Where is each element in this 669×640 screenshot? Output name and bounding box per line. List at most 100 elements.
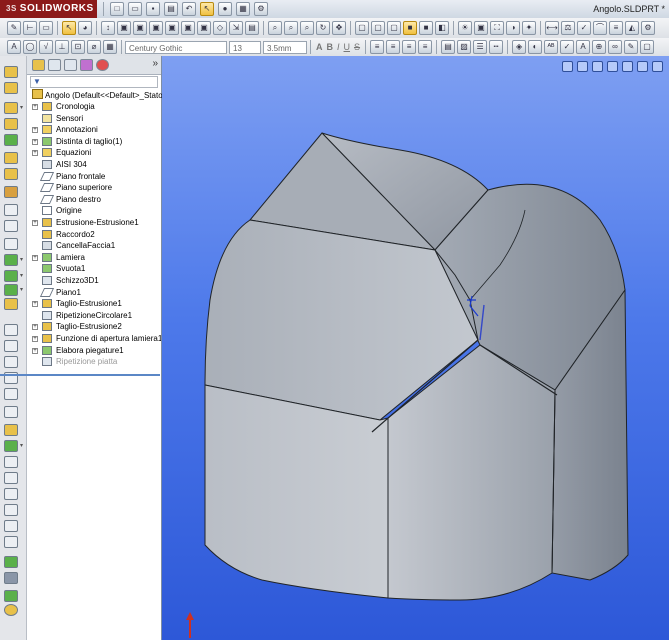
- surface-finish-icon[interactable]: √: [39, 40, 53, 54]
- solidworks-logo[interactable]: 3S SOLIDWORKS: [0, 0, 97, 18]
- curves-icon[interactable]: [4, 388, 18, 400]
- tree-item[interactable]: + Annotazioni: [27, 124, 161, 136]
- options-icon[interactable]: ⚙: [254, 2, 268, 16]
- tree-item[interactable]: CancellaFaccia1: [27, 240, 161, 252]
- rebuild-icon[interactable]: ●: [218, 2, 232, 16]
- note-icon[interactable]: A: [7, 40, 21, 54]
- tree-item[interactable]: Piano1: [27, 287, 161, 299]
- curvature-icon[interactable]: ⌒: [593, 21, 607, 35]
- strikethrough-button[interactable]: S: [354, 42, 360, 52]
- layer-properties-icon[interactable]: ▤: [441, 40, 456, 54]
- expand-toggle-icon[interactable]: +: [32, 347, 38, 354]
- text-height-field[interactable]: 3.5mm: [263, 40, 307, 54]
- tree-item[interactable]: Piano frontale: [27, 171, 161, 183]
- model-view[interactable]: [162, 56, 669, 640]
- align-center-icon[interactable]: ≡: [386, 40, 401, 54]
- symbol-icon[interactable]: ⊕: [592, 40, 607, 54]
- expand-toggle-icon[interactable]: +: [32, 324, 38, 331]
- hidden-lines-removed-icon[interactable]: ▢: [387, 21, 401, 35]
- justify-icon[interactable]: ≡: [418, 40, 433, 54]
- miter-flange-icon[interactable]: [4, 456, 18, 468]
- intersect-icon[interactable]: [4, 356, 18, 368]
- line-thickness-icon[interactable]: ☰: [473, 40, 488, 54]
- font-size-select[interactable]: 13: [229, 40, 261, 54]
- zoom-to-fit-icon[interactable]: ⌕: [268, 21, 282, 35]
- align-right-icon[interactable]: ≡: [402, 40, 417, 54]
- expand-toggle-icon[interactable]: +: [32, 138, 38, 145]
- zebra-stripes-icon[interactable]: ≡: [609, 21, 623, 35]
- bold-b-button[interactable]: B: [327, 42, 334, 52]
- datum-icon[interactable]: ⊥: [55, 40, 69, 54]
- shaded-with-edges-icon[interactable]: ■: [403, 21, 417, 35]
- lighting-icon[interactable]: ☀: [458, 21, 472, 35]
- boundary-cut-icon[interactable]: [4, 238, 18, 250]
- tree-item[interactable]: Origine: [27, 205, 161, 217]
- line-color-icon[interactable]: ▨: [457, 40, 472, 54]
- tab-property-manager[interactable]: [48, 59, 61, 71]
- hole-callout-icon[interactable]: ⌀: [87, 40, 101, 54]
- new-document-icon[interactable]: □: [110, 2, 124, 16]
- tab-configuration-manager[interactable]: [64, 59, 77, 71]
- tree-item[interactable]: + Lamiera: [27, 252, 161, 264]
- decal-icon[interactable]: ◑: [506, 21, 520, 35]
- open-folder-icon[interactable]: ▭: [128, 2, 142, 16]
- lofted-cut-icon[interactable]: [4, 220, 18, 232]
- tab-feature-manager[interactable]: [32, 59, 45, 71]
- fillet-icon[interactable]: [4, 270, 18, 282]
- tree-item[interactable]: + Cronologia: [27, 101, 161, 113]
- save-icon[interactable]: ▪: [146, 2, 160, 16]
- print-icon[interactable]: ▤: [164, 2, 178, 16]
- view-top-icon[interactable]: ▣: [181, 21, 195, 35]
- spell-check-icon[interactable]: ᴬᴮ: [544, 40, 559, 54]
- tree-root[interactable]: Angolo (Default<<Default>_Stato: [32, 89, 162, 100]
- table-icon[interactable]: ▦: [103, 40, 117, 54]
- tree-item[interactable]: Piano destro: [27, 194, 161, 206]
- rollback-bar[interactable]: [0, 374, 160, 376]
- render-icon[interactable]: ✦: [522, 21, 536, 35]
- tree-item[interactable]: Ripetizione piatta: [27, 356, 161, 368]
- rectangle-icon[interactable]: ▭: [39, 21, 53, 35]
- tree-item[interactable]: Raccordo2: [27, 229, 161, 241]
- wrap-icon[interactable]: [4, 340, 18, 352]
- tab-display-manager[interactable]: [96, 59, 109, 71]
- sketch-icon[interactable]: ✎: [7, 21, 21, 35]
- undo-icon[interactable]: ↶: [182, 2, 196, 16]
- geometric-tolerance-icon[interactable]: ⊡: [71, 40, 85, 54]
- boundary-boss-icon[interactable]: [4, 134, 18, 146]
- extruded-boss-icon[interactable]: [4, 66, 18, 78]
- view-right-icon[interactable]: ▣: [165, 21, 179, 35]
- line-style-icon[interactable]: ┅: [489, 40, 504, 54]
- zoom-in-out-icon[interactable]: ⌕: [300, 21, 314, 35]
- select-icon[interactable]: ↖: [62, 21, 76, 35]
- underline-button[interactable]: U: [344, 42, 351, 52]
- italic-button[interactable]: I: [337, 42, 340, 52]
- tree-item[interactable]: Sensori: [27, 113, 161, 125]
- draft-analysis-icon[interactable]: ◭: [625, 21, 639, 35]
- hem-icon[interactable]: [4, 472, 18, 484]
- shell-icon[interactable]: [4, 324, 18, 336]
- view-back-icon[interactable]: ▣: [133, 21, 147, 35]
- pan-icon[interactable]: ✥: [332, 21, 346, 35]
- extruded-cut-icon[interactable]: [4, 152, 18, 164]
- mass-properties-icon[interactable]: ⚖: [561, 21, 575, 35]
- jog-icon[interactable]: [4, 488, 18, 500]
- expand-toggle-icon[interactable]: +: [32, 104, 38, 110]
- tree-item[interactable]: Svuota1: [27, 263, 161, 275]
- isometric-view-icon[interactable]: ◇: [213, 21, 227, 35]
- text-icon[interactable]: A: [576, 40, 591, 54]
- rotate-view-icon[interactable]: ↻: [316, 21, 330, 35]
- tree-filter-field[interactable]: ▼: [30, 76, 158, 88]
- bold-button[interactable]: A: [316, 42, 323, 52]
- unfold-icon[interactable]: [4, 556, 18, 568]
- check-icon[interactable]: ✓: [577, 21, 591, 35]
- font-family-select[interactable]: Century Gothic: [125, 40, 227, 54]
- sheet-metal-base-icon[interactable]: [4, 424, 18, 436]
- hide-show-items-icon[interactable]: ◈: [512, 40, 527, 54]
- draft-icon[interactable]: [4, 298, 18, 310]
- tree-item[interactable]: RipetizioneCircolare1: [27, 310, 161, 322]
- view-left-icon[interactable]: ▣: [149, 21, 163, 35]
- tree-item[interactable]: + Funzione di apertura lamiera1: [27, 333, 161, 345]
- tree-item[interactable]: + Distinta di taglio(1): [27, 136, 161, 148]
- tree-item[interactable]: Schizzo3D1: [27, 275, 161, 287]
- edit-text-icon[interactable]: ✎: [624, 40, 639, 54]
